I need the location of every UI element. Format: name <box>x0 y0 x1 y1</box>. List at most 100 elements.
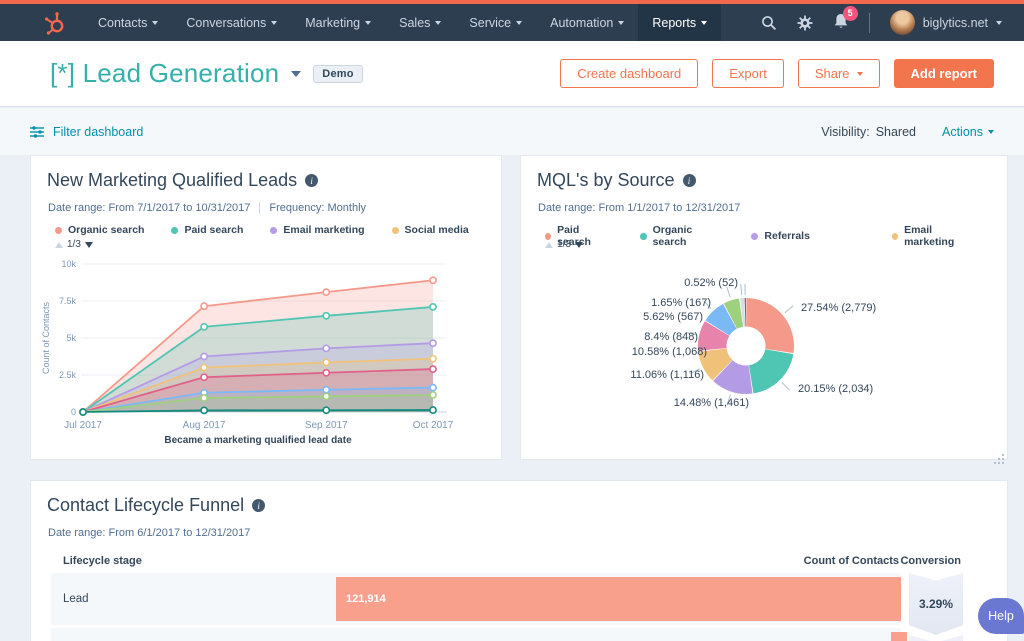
add-report-button[interactable]: Add report <box>894 59 994 88</box>
export-button[interactable]: Export <box>712 59 784 88</box>
legend-item[interactable]: Social media <box>392 224 469 236</box>
slice-label: 11.06% (1,116) <box>574 369 704 381</box>
slice-label: 1.65% (167) <box>581 297 711 309</box>
nav-label: Sales <box>399 16 430 30</box>
stage-label: Lead <box>63 573 89 625</box>
nav-label: Automation <box>550 16 613 30</box>
nav-item-marketing[interactable]: Marketing <box>291 4 385 41</box>
avatar <box>890 10 915 35</box>
resize-grip[interactable] <box>1002 454 1004 456</box>
legend-item[interactable]: Email marketing <box>270 224 364 236</box>
legend-dot <box>55 227 62 234</box>
filter-sliders-icon <box>30 126 44 138</box>
card-title: Contact Lifecycle Funnel <box>47 495 244 516</box>
svg-text:Count of Contacts: Count of Contacts <box>41 301 51 374</box>
svg-text:Jul 2017: Jul 2017 <box>64 420 102 431</box>
chevron-down-icon <box>291 71 301 77</box>
top-navigation: Contacts Conversations Marketing Sales S… <box>0 4 1024 41</box>
create-dashboard-button[interactable]: Create dashboard <box>560 59 698 88</box>
svg-text:0: 0 <box>71 407 76 417</box>
nav-item-conversations[interactable]: Conversations <box>172 4 291 41</box>
slice-label: 10.58% (1,068) <box>577 346 707 358</box>
column-header-lifecycle-stage: Lifecycle stage <box>63 555 142 567</box>
actions-dropdown[interactable]: Actions <box>942 125 994 139</box>
nav-label: Service <box>469 16 511 30</box>
visibility-status: Visibility: Shared <box>821 125 916 139</box>
date-range: Date range: From 7/1/2017 to 10/31/2017 <box>48 202 250 214</box>
chevron-down-icon <box>271 21 277 25</box>
nav-label: Conversations <box>186 16 266 30</box>
header-actions: Create dashboard Export Share Add report <box>560 59 994 88</box>
pager-down-icon[interactable] <box>85 242 93 248</box>
actions-label: Actions <box>942 125 983 139</box>
hubspot-logo[interactable] <box>0 4 84 41</box>
legend-item[interactable]: Organic search <box>55 224 144 236</box>
dashboard-title-dropdown[interactable]: [*] Lead Generation Demo <box>50 58 363 89</box>
slice-label: 20.15% (2,034) <box>798 383 873 395</box>
page-title: [*] Lead Generation <box>50 58 279 89</box>
chevron-down-icon <box>988 130 994 134</box>
card-new-mql: New Marketing Qualified Leads Date range… <box>30 155 502 460</box>
chevron-down-icon <box>618 21 624 25</box>
legend-dot <box>270 227 277 234</box>
share-button[interactable]: Share <box>798 59 880 88</box>
legend-dot <box>392 227 399 234</box>
svg-text:2.5k: 2.5k <box>59 370 77 380</box>
chevron-down-icon <box>152 21 158 25</box>
chevron-down-icon <box>516 21 522 25</box>
notification-count-badge: 5 <box>843 6 858 21</box>
svg-text:Sep 2017: Sep 2017 <box>305 420 348 431</box>
funnel-bar: 121,914 <box>336 577 901 621</box>
area-chart: 0 2.5k 5k 7.5k 10k Jul 2017 Aug 2017 Sep 2017 Oc… <box>39 256 489 446</box>
conversion-badge: 41.07% <box>909 635 963 641</box>
legend-pager: 1/3 <box>55 239 93 250</box>
dashboard-header: [*] Lead Generation Demo Create dashboar… <box>0 41 1024 107</box>
notifications-bell-icon[interactable]: 5 <box>833 13 849 33</box>
svg-text:5k: 5k <box>66 333 76 343</box>
nav-label: Contacts <box>98 16 147 30</box>
nav-item-reports[interactable]: Reports <box>638 4 721 41</box>
nav-menu: Contacts Conversations Marketing Sales S… <box>84 4 721 41</box>
pager-up-icon[interactable] <box>55 242 63 248</box>
nav-label: Reports <box>652 16 696 30</box>
filter-dashboard-link[interactable]: Filter dashboard <box>30 125 143 139</box>
nav-item-service[interactable]: Service <box>455 4 536 41</box>
date-range: Date range: From 6/1/2017 to 12/31/2017 <box>48 527 250 539</box>
slice-label: 14.48% (1,461) <box>619 397 749 409</box>
chevron-down-icon <box>701 21 707 25</box>
svg-text:Aug 2017: Aug 2017 <box>183 420 226 431</box>
slice-label: 8.4% (848) <box>568 331 698 343</box>
account-name: biglytics.net <box>923 16 988 30</box>
nav-utilities: 5 biglytics.net <box>761 4 1024 41</box>
legend-dot <box>171 227 178 234</box>
chevron-down-icon <box>857 72 863 76</box>
help-button[interactable]: Help <box>978 598 1024 634</box>
svg-text:10k: 10k <box>61 259 76 269</box>
info-icon[interactable] <box>305 174 318 187</box>
nav-item-sales[interactable]: Sales <box>385 4 455 41</box>
search-icon[interactable] <box>761 15 777 31</box>
account-menu[interactable]: biglytics.net <box>890 10 1002 35</box>
bar-value: 121,914 <box>346 593 386 605</box>
conversion-badge: 3.29% <box>909 573 963 635</box>
info-icon[interactable] <box>252 499 265 512</box>
chevron-down-icon <box>996 21 1002 25</box>
funnel-bar <box>891 632 907 641</box>
legend-item[interactable]: Paid search <box>171 224 243 236</box>
svg-text:Oct 2017: Oct 2017 <box>413 420 454 431</box>
divider <box>869 13 870 33</box>
frequency: Frequency: Monthly <box>269 202 366 214</box>
card-title: New Marketing Qualified Leads <box>47 170 297 191</box>
svg-text:7.5k: 7.5k <box>59 296 77 306</box>
column-header-conversion: Conversion <box>900 555 961 567</box>
nav-label: Marketing <box>305 16 360 30</box>
funnel-row <box>51 628 901 641</box>
nav-item-contacts[interactable]: Contacts <box>84 4 172 41</box>
nav-item-automation[interactable]: Automation <box>536 4 638 41</box>
column-header-count: Count of Contacts <box>804 555 899 567</box>
settings-gear-icon[interactable] <box>797 15 813 31</box>
svg-text:Became a marketing qualified l: Became a marketing qualified lead date <box>164 435 352 446</box>
visibility-value: Shared <box>876 125 916 139</box>
card-lifecycle-funnel: Contact Lifecycle Funnel Date range: Fro… <box>30 480 1008 641</box>
card-mql-by-source: MQL's by Source Date range: From 1/1/201… <box>520 155 1008 460</box>
